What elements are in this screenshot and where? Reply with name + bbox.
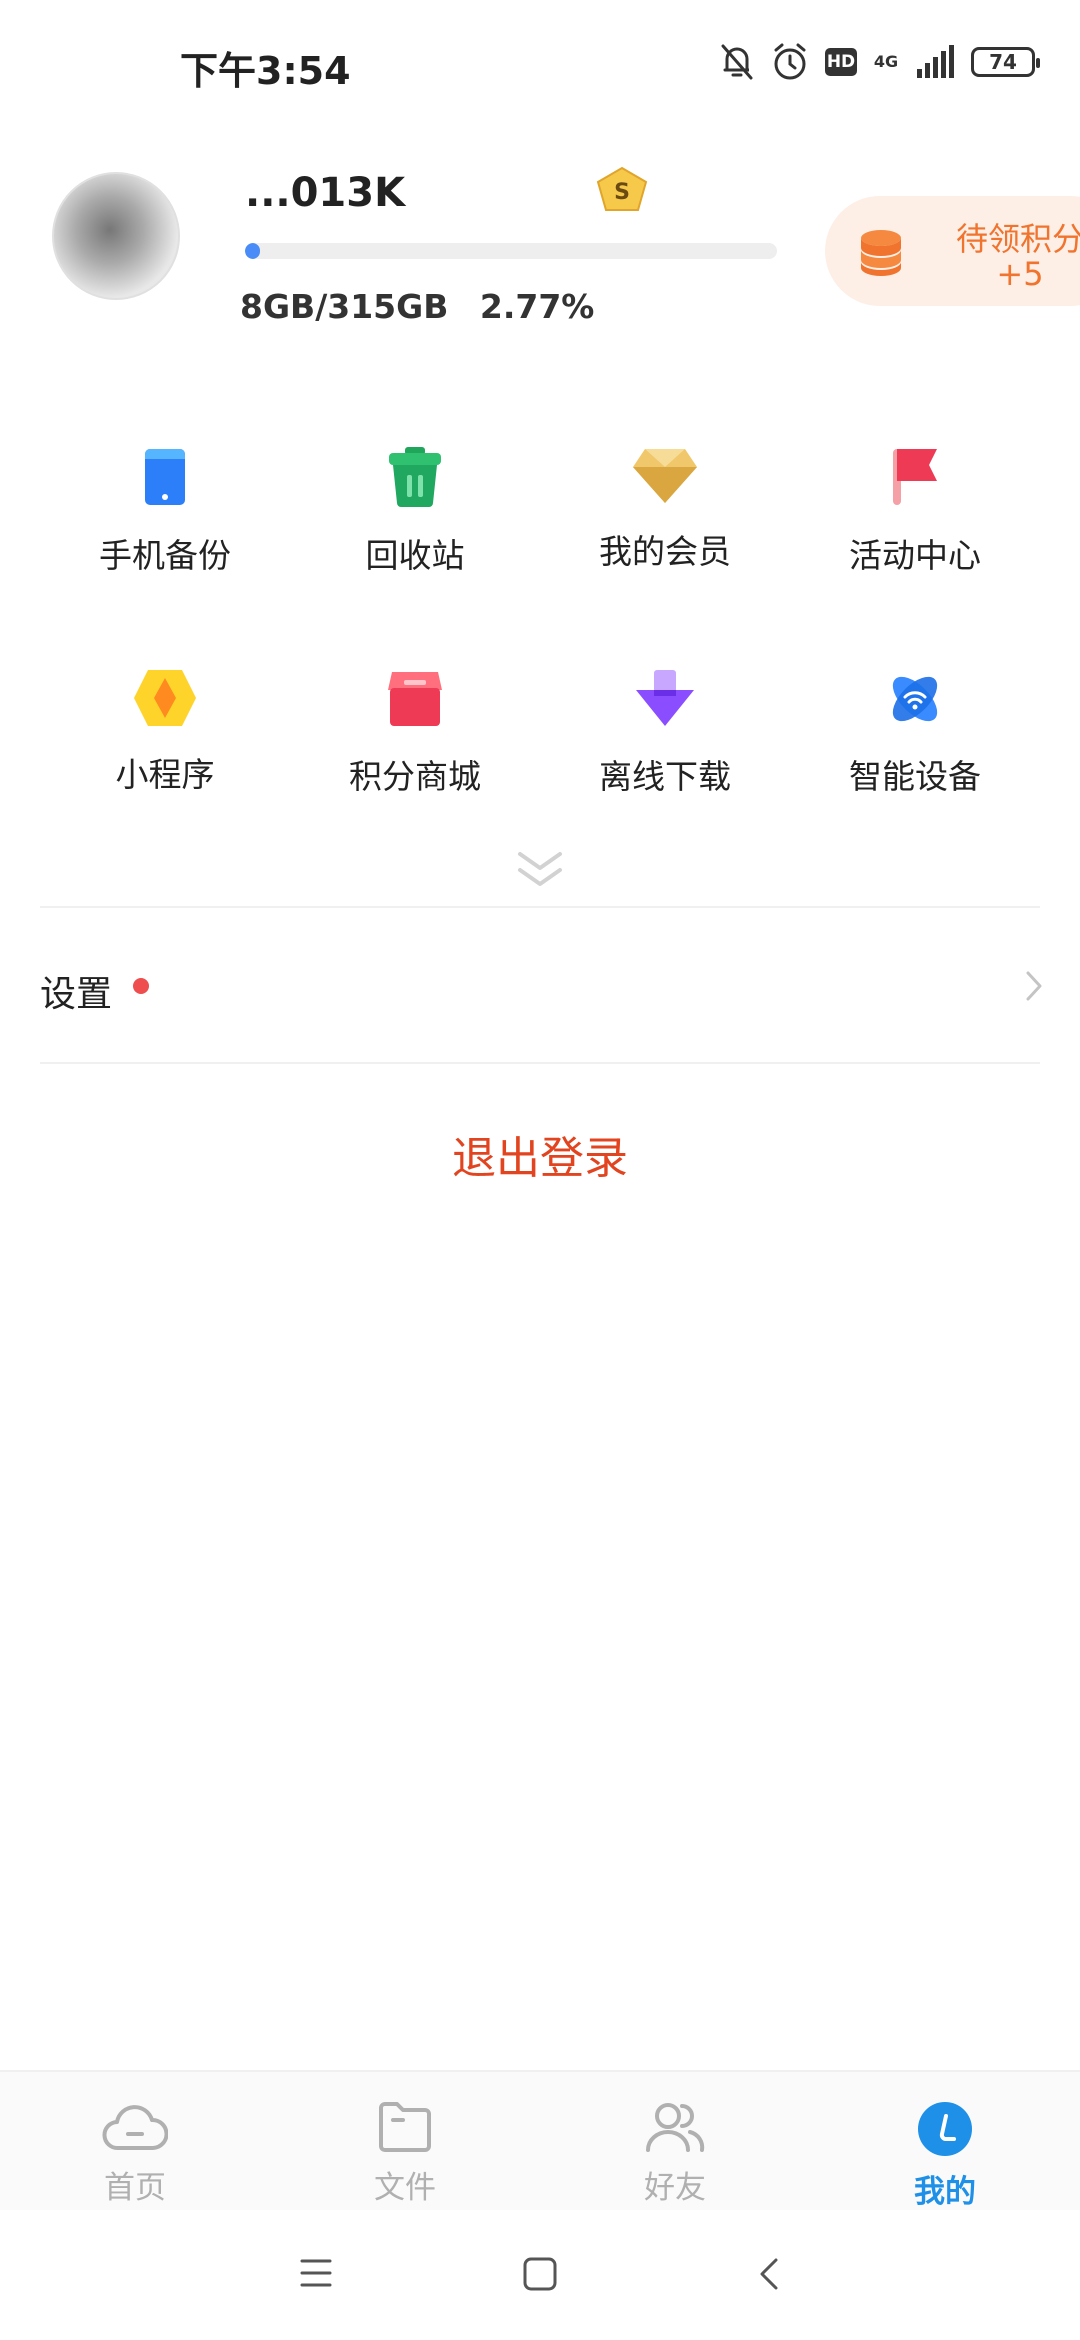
- signal-icon: [917, 45, 954, 78]
- smart-device-icon: [892, 676, 938, 722]
- storage-progress-bar: [245, 243, 777, 259]
- grid-item-phone-backup[interactable]: 手机备份: [40, 445, 290, 577]
- storage-usage-text: 8GB/315GB 2.77%: [240, 287, 595, 326]
- profile-icon: [918, 2102, 972, 2156]
- expand-chevron-icon[interactable]: [510, 848, 570, 892]
- home-square-icon[interactable]: [522, 2256, 558, 2292]
- settings-row[interactable]: [0, 910, 1080, 1060]
- network-type: 4G: [873, 52, 899, 71]
- vip-badge-icon[interactable]: S: [596, 166, 648, 214]
- grid-label: 小程序: [115, 755, 215, 794]
- chevron-right-icon: [1026, 971, 1042, 1001]
- back-icon[interactable]: [754, 2256, 784, 2292]
- points-label: 待领积分: [955, 220, 1080, 258]
- nav-item-profile[interactable]: 我的: [845, 2100, 1045, 2211]
- grid-item-offline-download[interactable]: 离线下载: [540, 668, 790, 798]
- store-icon: [388, 672, 442, 726]
- flag-icon: [893, 449, 937, 505]
- divider: [40, 1062, 1040, 1064]
- status-time: 下午3:54: [180, 49, 351, 93]
- nav-label: 文件: [374, 2170, 436, 2206]
- grid-label: 手机备份: [99, 536, 231, 575]
- folder-icon: [379, 2102, 431, 2152]
- friends-icon: [646, 2103, 705, 2152]
- mini-program-icon: [134, 670, 196, 726]
- grid-item-mini-program[interactable]: 小程序: [40, 668, 290, 796]
- points-value: +5: [996, 255, 1044, 293]
- battery-level: 74: [989, 50, 1017, 74]
- logout-button[interactable]: 退出登录: [340, 1122, 740, 1186]
- grid-label: 我的会员: [599, 532, 731, 571]
- nav-item-friends[interactable]: 好友: [575, 2100, 775, 2207]
- grid-label: 积分商城: [349, 757, 481, 796]
- grid-label: 回收站: [365, 536, 465, 575]
- storage-progress-fill: [245, 243, 260, 259]
- phone-backup-icon: [145, 449, 185, 505]
- grid-item-smart-device[interactable]: 智能设备: [790, 668, 1040, 798]
- svg-text:S: S: [614, 180, 630, 205]
- divider: [40, 906, 1040, 908]
- nav-label: 我的: [914, 2174, 976, 2210]
- bottom-nav: 首页 文件 好友 我的: [0, 2070, 1080, 2212]
- status-icons: HD 4G 74: [719, 38, 1040, 86]
- system-nav-bar: [0, 2210, 1080, 2340]
- recycle-bin-icon: [389, 447, 441, 507]
- battery-icon: 74: [971, 47, 1040, 77]
- grid-label: 活动中心: [849, 536, 981, 575]
- grid-label: 智能设备: [849, 757, 981, 796]
- grid-item-recycle-bin[interactable]: 回收站: [290, 445, 540, 577]
- coin-stack-icon: [861, 230, 901, 276]
- username[interactable]: ...013K: [245, 170, 405, 216]
- nav-item-home[interactable]: 首页: [35, 2100, 235, 2207]
- nav-label: 首页: [104, 2170, 166, 2206]
- grid-item-my-membership[interactable]: 我的会员: [540, 445, 790, 573]
- settings-label: 设置: [40, 974, 113, 1015]
- download-icon: [636, 670, 694, 726]
- mute-bell-icon: [721, 44, 753, 80]
- grid-item-activity-center[interactable]: 活动中心: [790, 445, 1040, 577]
- alarm-icon: [774, 43, 806, 80]
- notification-dot: [133, 978, 149, 994]
- cloud-home-icon: [102, 2105, 168, 2151]
- nav-label: 好友: [644, 2170, 706, 2206]
- grid-item-points-store[interactable]: 积分商城: [290, 668, 540, 798]
- grid-label: 离线下载: [599, 757, 731, 796]
- hd-voice-icon: HD: [825, 48, 857, 76]
- diamond-icon: [633, 449, 697, 503]
- menu-icon[interactable]: [298, 2256, 334, 2290]
- avatar[interactable]: [52, 172, 180, 300]
- nav-item-files[interactable]: 文件: [305, 2100, 505, 2207]
